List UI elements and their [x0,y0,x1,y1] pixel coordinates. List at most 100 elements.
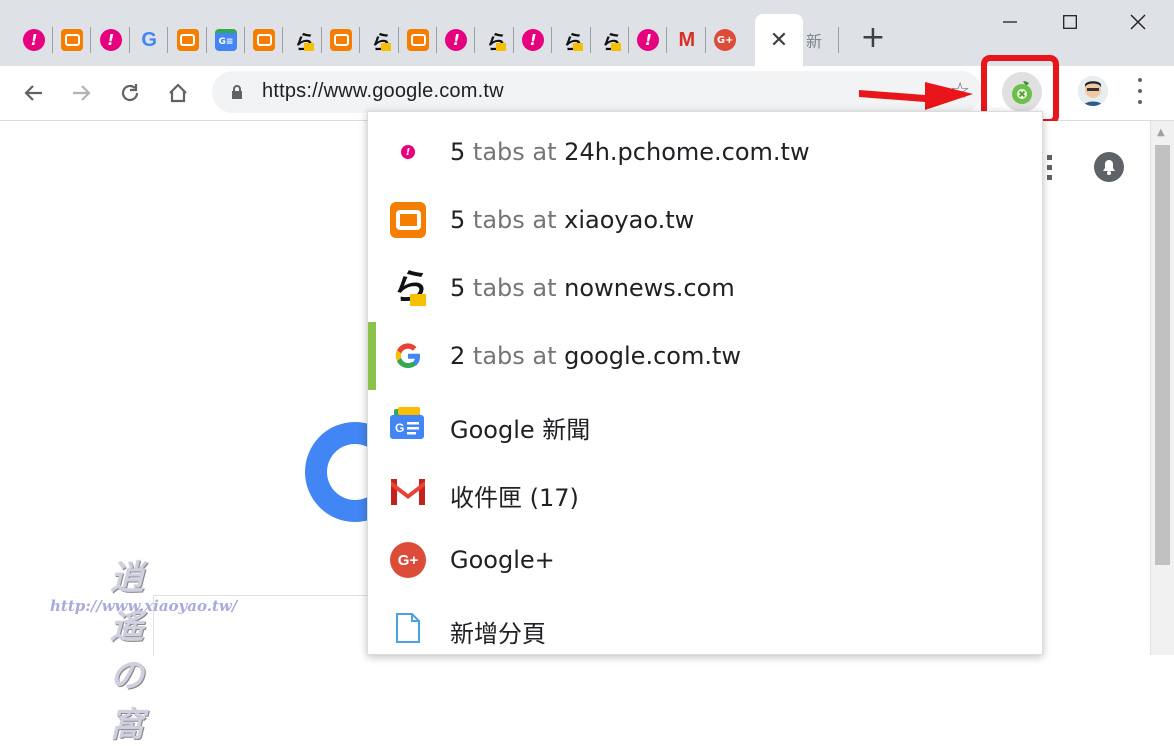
site-domain: nownews.com [564,274,735,302]
url-text[interactable]: https://www.google.com.tw [262,80,504,103]
site-domain: 24h.pchome.com.tw [564,138,810,166]
scroll-up-icon[interactable]: ▲ [1157,127,1165,138]
tab[interactable]: M [668,22,706,58]
home-icon [169,83,187,103]
menu-dot [1138,89,1142,93]
window-close-icon [1130,14,1146,30]
blogger-icon [407,29,429,51]
tab-divider [838,27,839,53]
tabs-at-label: tabs at [472,138,557,166]
tab[interactable]: G+ [706,22,744,58]
dropdown-item-new-tab[interactable]: 新增分頁 [368,594,1044,662]
tabs-at-label: tabs at [472,206,557,234]
new-tab-page-icon [390,610,426,646]
nownews-icon: ら [600,29,621,54]
dropdown-item-xiaoyao[interactable]: 5 tabs at xiaoyao.tw [368,186,1044,254]
blogger-icon [330,29,353,51]
tab[interactable]: G [130,22,168,58]
watermark-title: 逍遙の窩 [110,558,146,745]
blogger-icon [61,29,84,51]
chrome-menu-button[interactable] [1128,78,1152,104]
tab[interactable]: ら [361,22,399,58]
tab[interactable]: ! [92,22,130,58]
pchome-icon: ! [390,134,426,170]
pchome-icon: ! [23,29,45,51]
vertical-scrollbar[interactable]: ▲ [1150,121,1174,655]
notifications-bell-icon[interactable] [1094,152,1124,182]
dropdown-item-google-news[interactable]: G Google 新聞 [368,390,1044,458]
tabs-at-label: tabs at [472,342,557,370]
dropdown-item-google[interactable]: 2 tabs at google.com.tw [368,322,1044,390]
forward-button[interactable] [67,78,97,108]
pchome-icon: ! [99,29,122,51]
new-tab-title[interactable]: 新 [806,28,822,52]
forward-arrow-icon [73,85,91,101]
tab[interactable]: ! [514,22,552,58]
tab[interactable]: ら [476,22,514,58]
dropdown-item-gmail[interactable]: 收件匣 (17) [368,458,1044,526]
profile-avatar[interactable] [1078,76,1108,106]
home-button[interactable] [163,78,193,108]
watermark-url: http://www.xiaoyao.tw/ [50,597,238,615]
tab-count: 5 [450,138,466,166]
nownews-icon: ら [369,29,391,54]
gmail-icon: M [678,28,696,51]
item-title: 收件匣 (17) [450,484,579,512]
lock-icon [232,85,242,99]
site-domain: google.com.tw [564,342,741,370]
tab[interactable]: ! [437,22,475,58]
avatar-face-icon [1078,76,1108,106]
red-arrow-icon [859,82,973,110]
scroll-thumb[interactable] [1155,145,1170,565]
reload-button[interactable] [115,78,145,108]
item-title: 新增分頁 [450,620,546,648]
dropdown-item-google-plus[interactable]: G+ Google+ [368,526,1044,594]
svg-text:G: G [395,421,404,435]
back-arrow-icon [24,85,42,101]
tab[interactable] [399,22,437,58]
dropdown-item-nownews[interactable]: ら 5 tabs at nownews.com [368,254,1044,322]
tab-close-icon[interactable]: ✕ [770,28,788,53]
nownews-icon: ら [561,29,583,54]
menu-dot [1138,78,1142,82]
selected-indicator [368,322,376,390]
tab[interactable] [169,22,207,58]
tab[interactable]: ! [629,22,667,58]
tab-count: 5 [450,206,466,234]
dropdown-item-pchome[interactable]: ! 5 tabs at 24h.pchome.com.tw [368,118,1044,186]
google-plus-icon: G+ [714,29,737,51]
blogger-icon [253,29,276,51]
active-tab[interactable]: ✕ [755,14,803,66]
google-icon: G [141,28,157,51]
reload-icon [121,84,139,102]
new-tab-button[interactable]: + [858,22,888,54]
maximize-button[interactable] [1050,6,1090,38]
tab-count: 5 [450,274,466,302]
grid-dot [1047,175,1052,180]
window-close-button[interactable] [1118,6,1158,38]
nownews-icon: ら [484,29,506,54]
grid-dot [1047,165,1052,170]
menu-dot [1138,100,1142,104]
gmail-icon [390,474,426,510]
nownews-icon: ら [390,267,427,308]
blogger-icon [390,202,426,238]
maximize-icon [1063,15,1077,29]
tab[interactable] [245,22,283,58]
tab[interactable]: ら [591,22,629,58]
tab[interactable] [53,22,91,58]
tab[interactable]: ! [15,22,53,58]
pchome-icon: ! [522,29,545,51]
tab[interactable]: ら [284,22,322,58]
item-title: Google 新聞 [450,416,591,444]
tab[interactable]: G≡ [207,22,245,58]
grid-dot [1047,155,1052,160]
pchome-icon: ! [637,29,660,51]
google-icon [390,338,426,374]
minimize-button[interactable] [990,6,1030,38]
tabs-at-label: tabs at [472,274,557,302]
back-button[interactable] [18,78,48,108]
pchome-icon: ! [445,29,468,51]
tab[interactable]: ら [553,22,591,58]
tab[interactable] [322,22,360,58]
